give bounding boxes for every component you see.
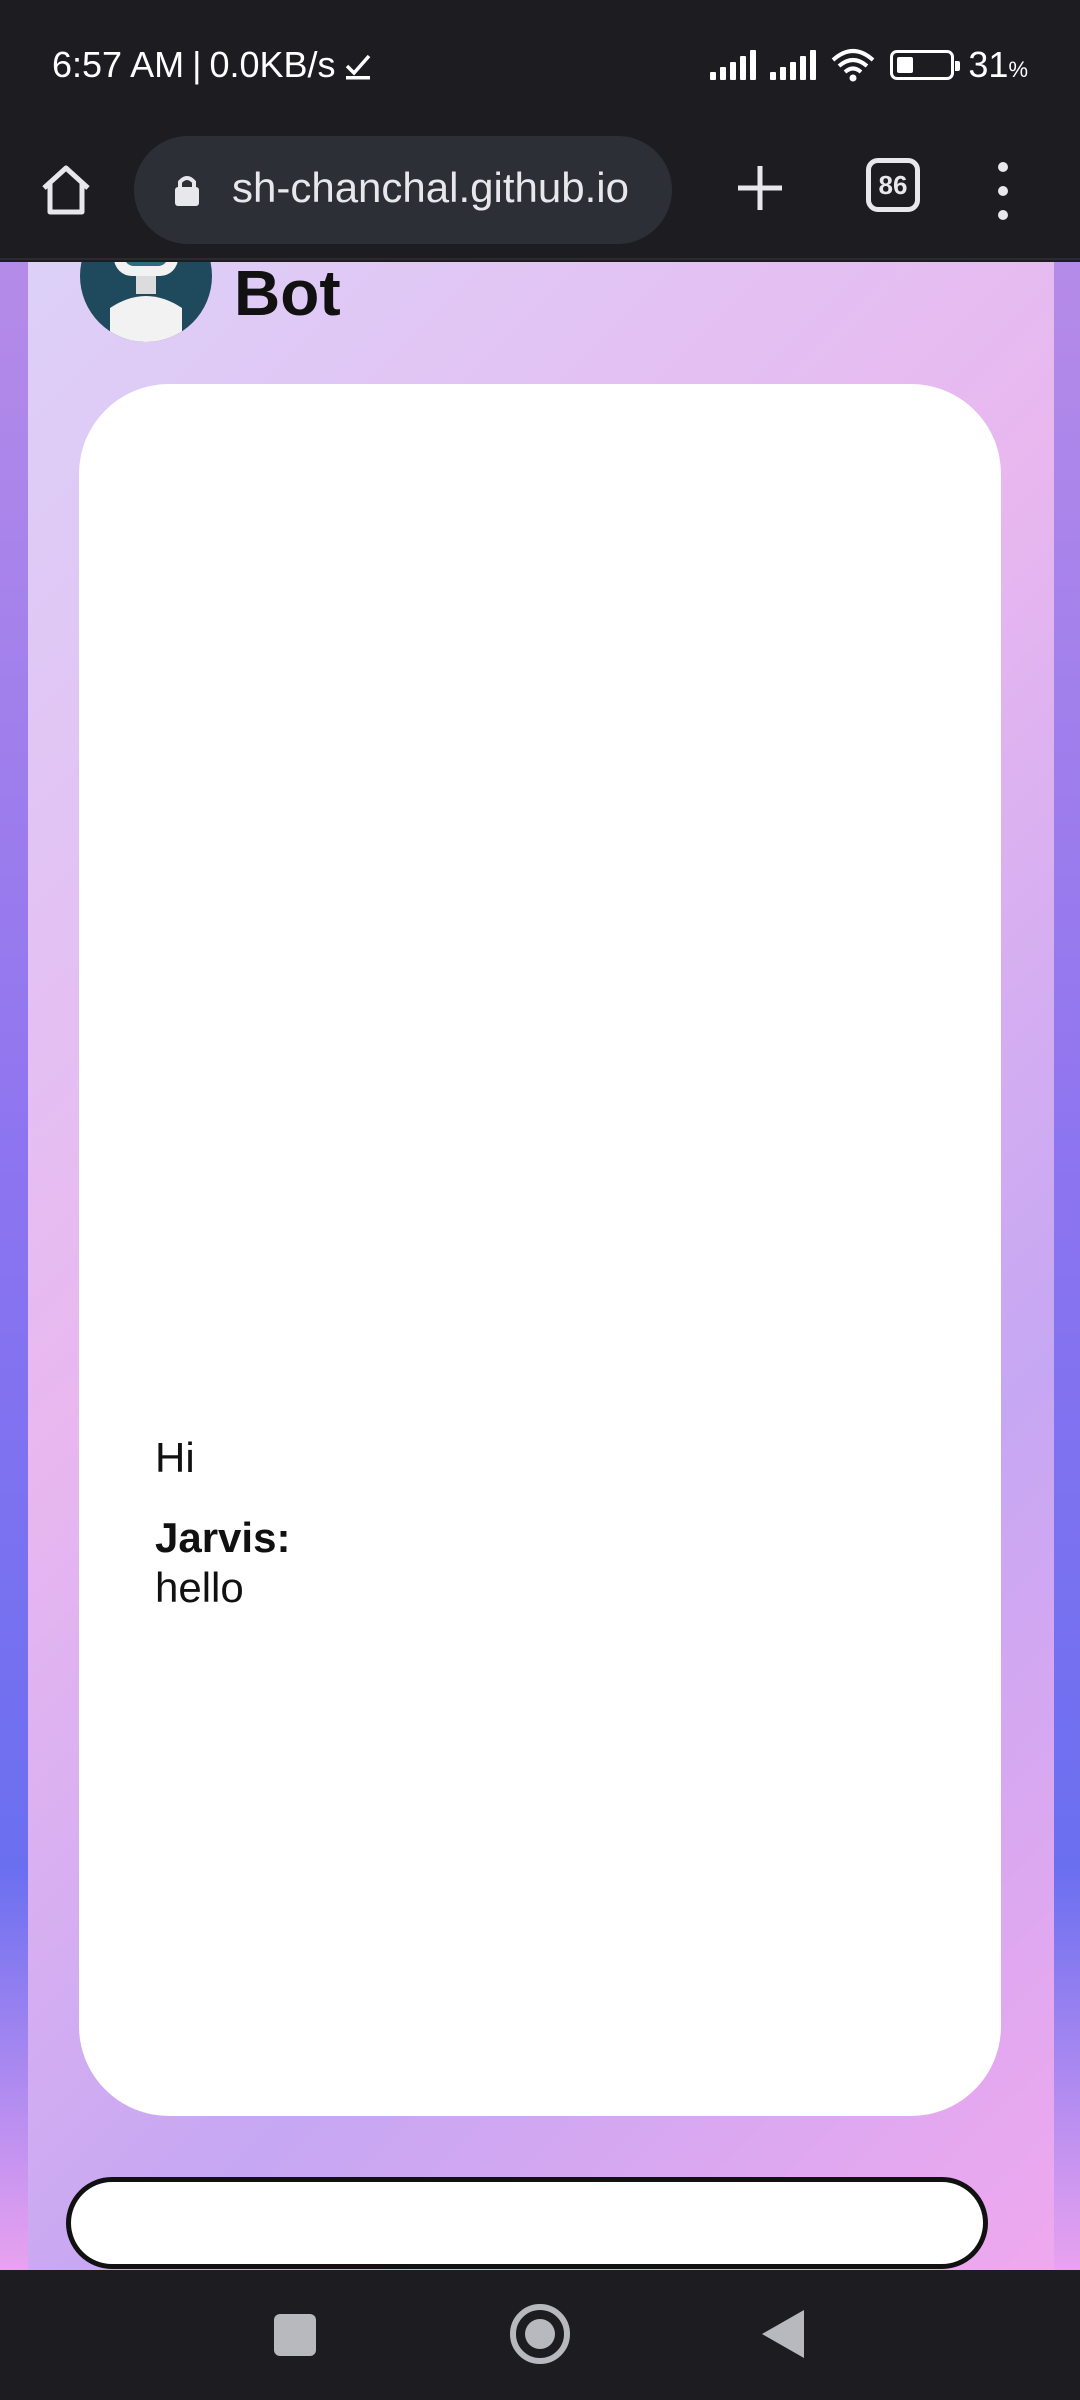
message-input[interactable] xyxy=(66,2177,988,2269)
home-icon[interactable] xyxy=(36,160,96,220)
signal-icon-2 xyxy=(770,50,817,80)
lock-icon xyxy=(175,176,199,206)
battery-fill xyxy=(897,57,914,73)
status-left: 6:57 AM | 0.0KB/s xyxy=(52,44,372,86)
recent-apps-icon[interactable] xyxy=(274,2314,316,2356)
tab-count: 86 xyxy=(878,169,908,200)
status-right: 31% xyxy=(710,44,1028,86)
new-tab-icon[interactable] xyxy=(730,158,790,218)
chat-panel: Bot Hi Jarvis: hello xyxy=(28,262,1054,2270)
status-net-speed: 0.0KB/s xyxy=(209,44,336,85)
url-text: sh-chanchal.github.io xyxy=(232,164,629,211)
bot-message: hello xyxy=(155,1564,244,1611)
more-menu-icon[interactable] xyxy=(990,156,1016,226)
browser-toolbar: sh-chanchal.github.io 86 xyxy=(0,130,1080,260)
battery-icon xyxy=(890,50,961,80)
web-page: Bot Hi Jarvis: hello xyxy=(0,262,1080,2270)
battery-text: 31% xyxy=(968,44,1028,86)
robot-icon xyxy=(110,262,182,342)
battery-percent: 31 xyxy=(968,44,1009,85)
download-done-icon xyxy=(345,54,370,80)
page-title: Bot xyxy=(234,262,341,329)
chat-messages: Hi Jarvis: hello xyxy=(79,384,1001,2116)
signal-icon xyxy=(710,50,757,80)
wifi-icon xyxy=(832,49,875,82)
navigation-bar xyxy=(0,2270,1080,2400)
back-icon[interactable] xyxy=(762,2310,804,2358)
address-bar[interactable]: sh-chanchal.github.io xyxy=(134,136,672,244)
user-message: Hi xyxy=(155,1434,195,1481)
battery-unit: % xyxy=(1008,57,1028,82)
status-time: 6:57 AM xyxy=(52,44,185,85)
status-bar: 6:57 AM | 0.0KB/s 31% xyxy=(0,0,1080,130)
tab-switcher-button[interactable]: 86 xyxy=(866,158,920,212)
bot-avatar xyxy=(80,262,212,342)
status-separator: | xyxy=(192,44,202,85)
home-nav-icon[interactable] xyxy=(510,2304,570,2364)
bot-name: Jarvis: xyxy=(155,1514,291,1561)
